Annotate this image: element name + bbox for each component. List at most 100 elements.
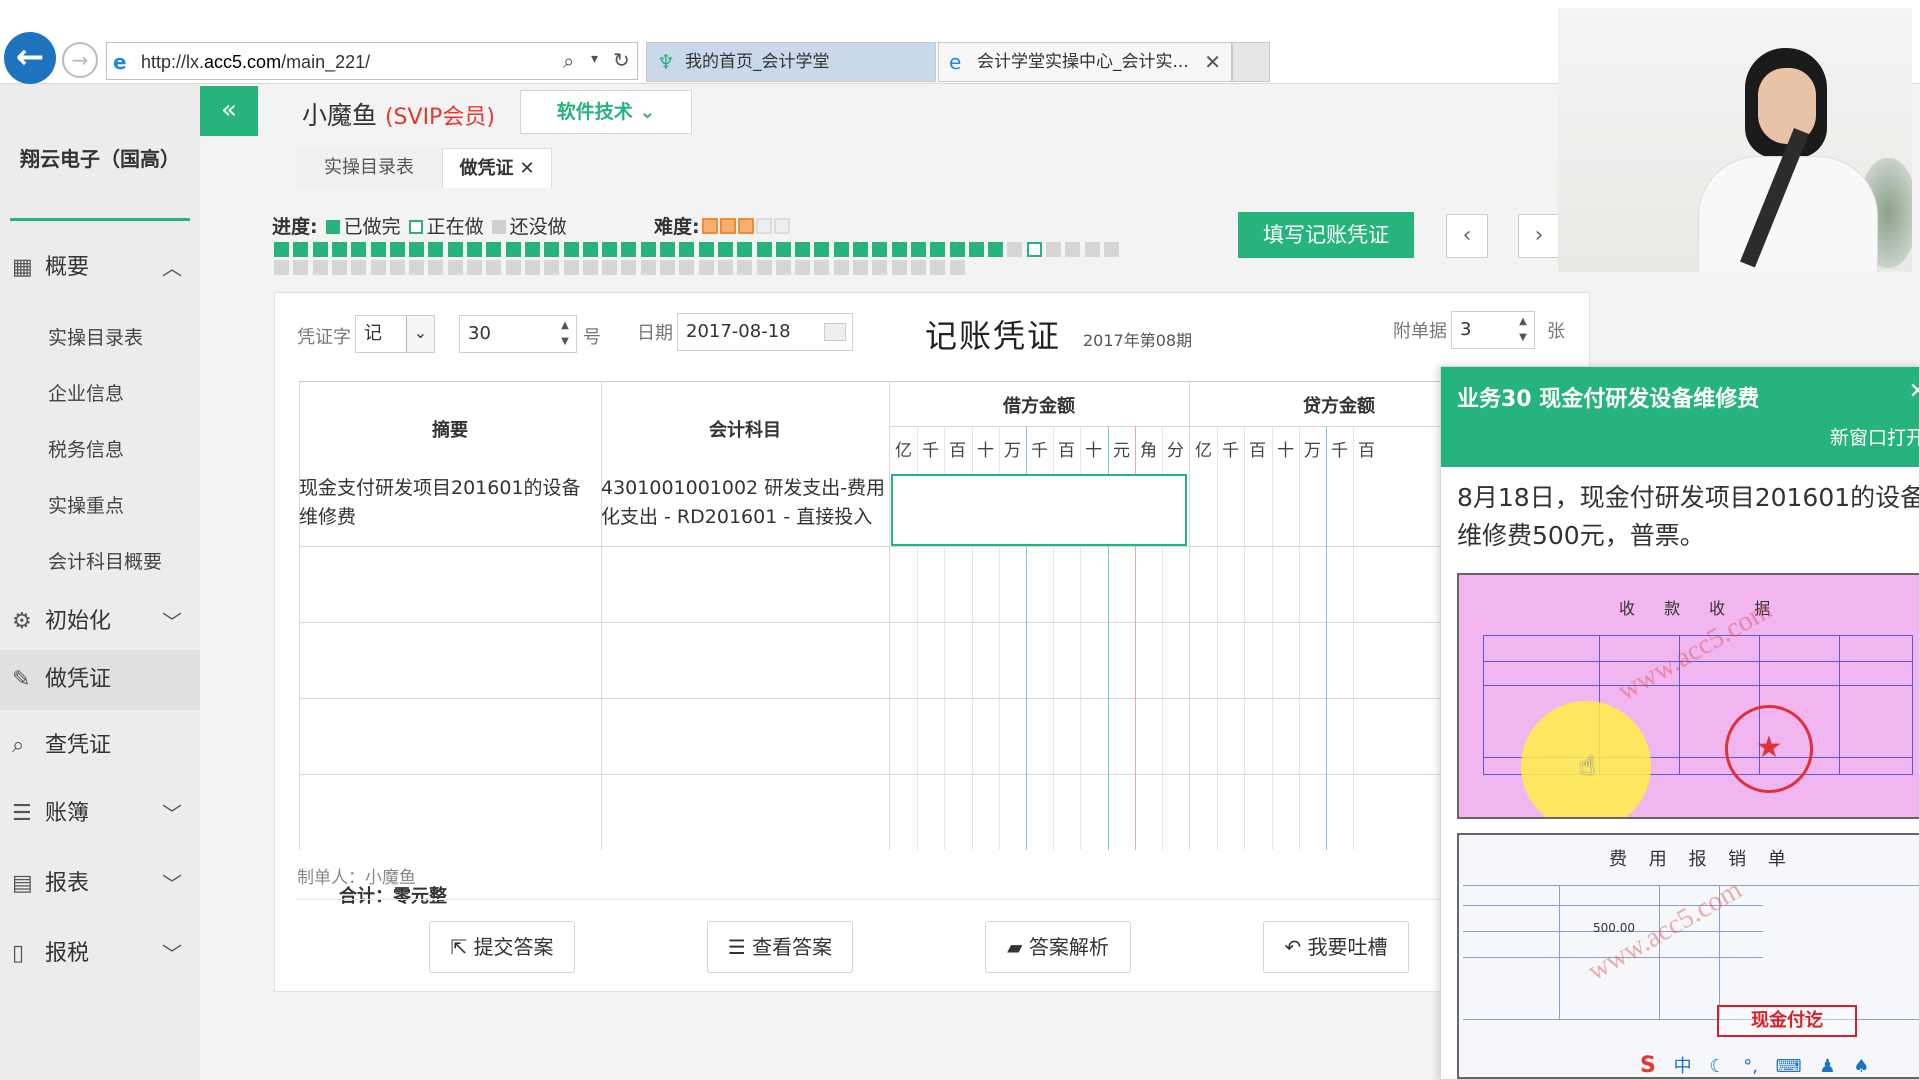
next-page-button[interactable]: › bbox=[1518, 214, 1560, 258]
progress-cell[interactable] bbox=[737, 260, 752, 275]
progress-cell[interactable] bbox=[641, 242, 656, 257]
progress-cell[interactable] bbox=[930, 260, 945, 275]
collapse-sidebar-button[interactable]: « bbox=[200, 86, 258, 136]
progress-cell[interactable] bbox=[795, 242, 810, 257]
progress-cell[interactable] bbox=[969, 242, 984, 257]
answer-analysis-button[interactable]: ▰ 答案解析 bbox=[985, 921, 1131, 973]
chevron-down-icon[interactable]: ▾ bbox=[591, 51, 598, 67]
progress-cell[interactable] bbox=[564, 260, 579, 275]
progress-cell[interactable] bbox=[911, 260, 926, 275]
software-tech-dropdown[interactable]: 软件技术 ⌄ bbox=[520, 90, 692, 134]
progress-cell[interactable] bbox=[1007, 242, 1022, 257]
progress-cell[interactable] bbox=[525, 242, 540, 257]
spin-up-icon[interactable]: ▲ bbox=[558, 318, 572, 334]
progress-cell[interactable] bbox=[467, 242, 482, 257]
sidebar-item-make-voucher[interactable]: ✎ 做凭证 bbox=[0, 650, 200, 710]
progress-cell[interactable] bbox=[814, 242, 829, 257]
close-icon[interactable]: ✕ bbox=[1204, 43, 1221, 81]
search-icon[interactable]: ⌕ bbox=[563, 49, 574, 73]
tab-catalog[interactable]: 实操目录表 bbox=[296, 148, 442, 188]
progress-cell[interactable] bbox=[737, 242, 752, 257]
sidebar-item-query-voucher[interactable]: ⌕ 查凭证 bbox=[0, 716, 200, 776]
calendar-icon[interactable] bbox=[824, 323, 846, 341]
progress-cell[interactable] bbox=[486, 242, 501, 257]
browser-tab-home[interactable]: ♆ 我的首页_会计学堂 bbox=[646, 42, 936, 82]
spin-down-icon[interactable]: ▼ bbox=[558, 334, 572, 350]
view-answer-button[interactable]: ☰ 查看答案 bbox=[707, 921, 853, 973]
sidebar-subitem-key-points[interactable]: 实操重点 bbox=[0, 478, 200, 534]
new-tab-button[interactable] bbox=[1232, 42, 1270, 82]
moon-icon[interactable]: ☾ bbox=[1709, 1056, 1725, 1077]
sogou-icon[interactable]: S bbox=[1640, 1053, 1656, 1078]
row1-debit-input[interactable] bbox=[891, 474, 1187, 546]
progress-cell[interactable] bbox=[679, 242, 694, 257]
progress-cell[interactable] bbox=[274, 260, 289, 275]
feedback-button[interactable]: ↶ 我要吐槽 bbox=[1263, 921, 1409, 973]
progress-cell[interactable] bbox=[332, 260, 347, 275]
voucher-number-input[interactable]: 30 ▲ ▼ bbox=[459, 315, 577, 353]
browser-tab-practice[interactable]: e 会计学堂实操中心_会计实... ✕ bbox=[938, 42, 1232, 82]
progress-cell[interactable] bbox=[371, 242, 386, 257]
attachment-count-input[interactable]: 3 ▲ ▼ bbox=[1451, 311, 1535, 349]
progress-cell[interactable] bbox=[641, 260, 656, 275]
progress-cell[interactable] bbox=[371, 260, 386, 275]
progress-cell[interactable] bbox=[1085, 242, 1100, 257]
sidebar-subitem-account-overview[interactable]: 会计科目概要 bbox=[0, 534, 200, 590]
progress-cell[interactable] bbox=[409, 242, 424, 257]
progress-cell[interactable] bbox=[428, 260, 443, 275]
progress-cell[interactable] bbox=[621, 260, 636, 275]
progress-cell[interactable] bbox=[988, 242, 1003, 257]
progress-cell[interactable] bbox=[621, 242, 636, 257]
progress-cell[interactable] bbox=[699, 260, 714, 275]
row1-account[interactable]: 4301001001002 研发支出-费用化支出 - RD201601 - 直接… bbox=[601, 474, 891, 532]
progress-cell[interactable] bbox=[602, 242, 617, 257]
progress-cell[interactable] bbox=[757, 260, 772, 275]
progress-cell[interactable] bbox=[795, 260, 810, 275]
ime-mode-icon[interactable]: 中 bbox=[1674, 1056, 1692, 1077]
spin-down-icon[interactable]: ▼ bbox=[1516, 330, 1530, 346]
keyboard-icon[interactable]: ⌨ bbox=[1776, 1056, 1802, 1077]
sidebar-item-overview[interactable]: ▦ 概要 ︿ bbox=[0, 238, 200, 298]
progress-cell[interactable] bbox=[390, 260, 405, 275]
progress-cell[interactable] bbox=[467, 260, 482, 275]
sidebar-subitem-tax-info[interactable]: 税务信息 bbox=[0, 422, 200, 478]
progress-cell[interactable] bbox=[853, 242, 868, 257]
progress-cell[interactable] bbox=[583, 260, 598, 275]
sidebar-item-ledger[interactable]: ☰ 账簿 ﹀ bbox=[0, 784, 200, 844]
user-icon[interactable]: ♟ bbox=[1819, 1056, 1835, 1077]
sidebar-item-init[interactable]: ⚙ 初始化 ﹀ bbox=[0, 592, 200, 652]
punctuation-icon[interactable]: °, bbox=[1743, 1056, 1758, 1077]
progress-cell[interactable] bbox=[1065, 242, 1080, 257]
sidebar-subitem-company-info[interactable]: 企业信息 bbox=[0, 366, 200, 422]
progress-cell[interactable] bbox=[332, 242, 347, 257]
progress-cell[interactable] bbox=[274, 242, 289, 257]
shirt-icon[interactable]: ♠ bbox=[1853, 1056, 1869, 1077]
fill-voucher-button[interactable]: 填写记账凭证 bbox=[1238, 212, 1414, 258]
forward-arrow-icon[interactable]: → bbox=[62, 42, 98, 78]
sidebar-item-reports[interactable]: ▤ 报表 ﹀ bbox=[0, 854, 200, 914]
progress-cell[interactable] bbox=[718, 260, 733, 275]
receipt-image[interactable]: 收 款 收 据 www.acc5.com ★ ☝ bbox=[1457, 573, 1919, 819]
sidebar-subitem-catalog[interactable]: 实操目录表 bbox=[0, 310, 200, 366]
progress-cell[interactable] bbox=[409, 260, 424, 275]
progress-cell[interactable] bbox=[660, 242, 675, 257]
progress-cell[interactable] bbox=[872, 260, 887, 275]
progress-cell[interactable] bbox=[351, 242, 366, 257]
progress-cell[interactable] bbox=[660, 260, 675, 275]
progress-cell[interactable] bbox=[544, 260, 559, 275]
progress-cell[interactable] bbox=[872, 242, 887, 257]
progress-cell[interactable] bbox=[448, 242, 463, 257]
progress-cell[interactable] bbox=[428, 242, 443, 257]
progress-cell[interactable] bbox=[834, 260, 849, 275]
progress-cell[interactable] bbox=[293, 242, 308, 257]
row1-summary[interactable]: 现金支付研发项目201601的设备维修费 bbox=[299, 474, 599, 532]
refresh-icon[interactable]: ↻ bbox=[613, 48, 630, 72]
close-icon[interactable]: ✕ bbox=[1909, 379, 1919, 404]
progress-cell[interactable] bbox=[525, 260, 540, 275]
voucher-word-select[interactable]: 记 ⌄ bbox=[355, 315, 435, 353]
chevron-down-icon[interactable]: ⌄ bbox=[406, 316, 434, 352]
progress-cell[interactable] bbox=[564, 242, 579, 257]
tab-make-voucher[interactable]: 做凭证 ✕ bbox=[442, 148, 552, 188]
progress-cell[interactable] bbox=[950, 242, 965, 257]
progress-cell[interactable] bbox=[757, 242, 772, 257]
